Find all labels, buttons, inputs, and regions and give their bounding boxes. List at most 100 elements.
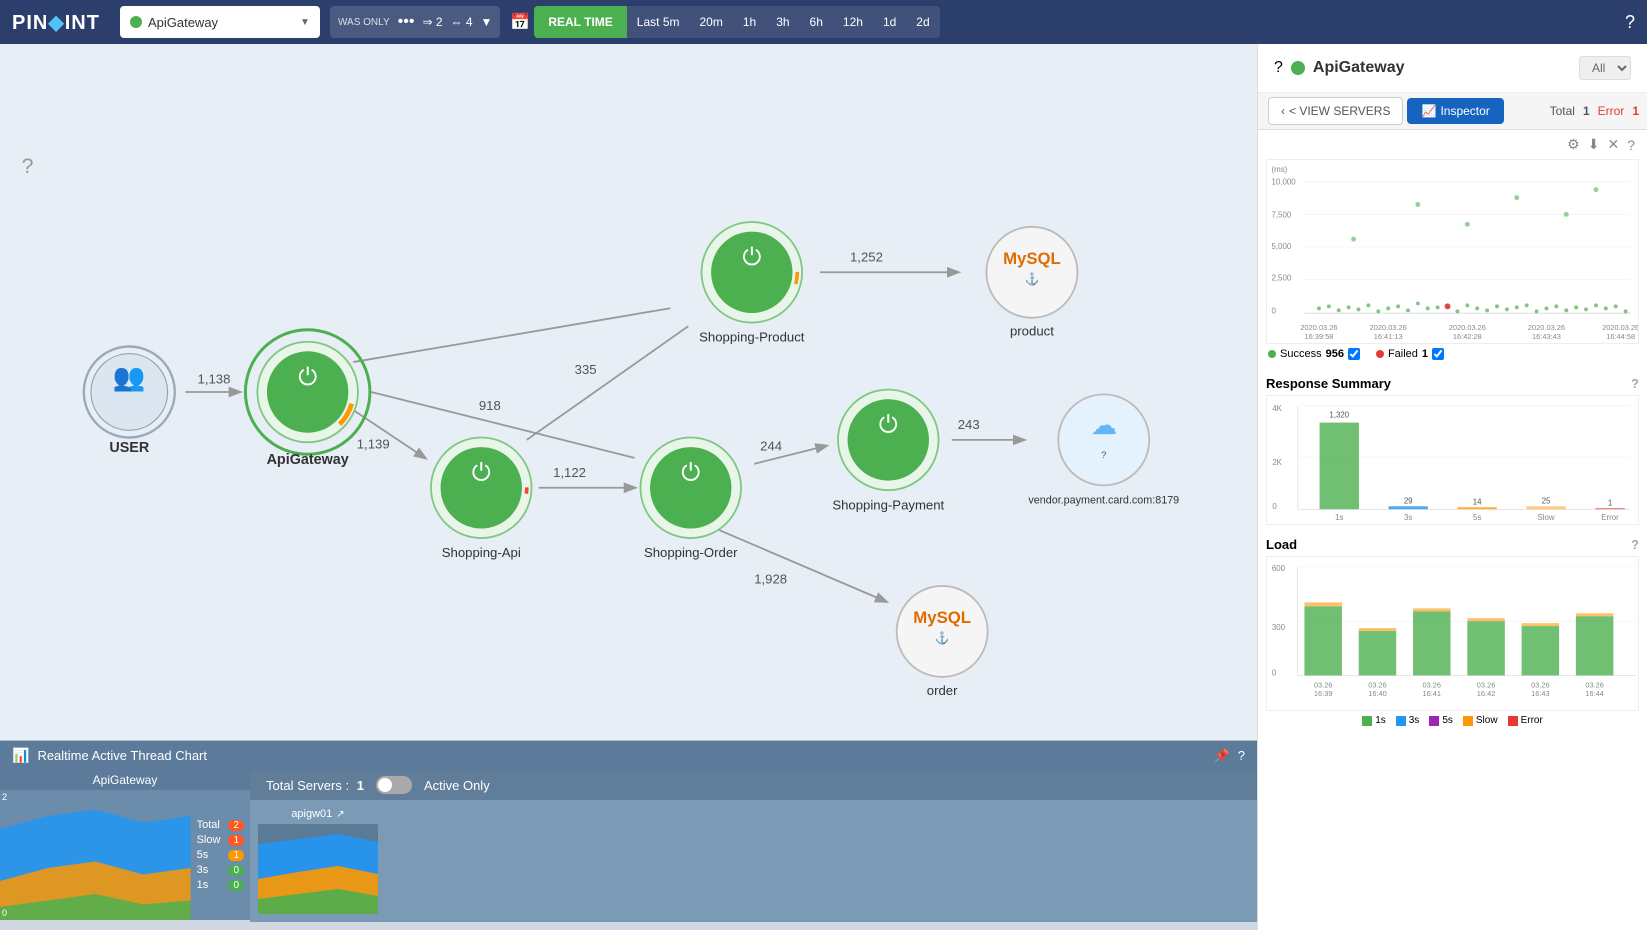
- svg-text:2K: 2K: [1272, 458, 1282, 467]
- svg-text:Error: Error: [1601, 513, 1619, 522]
- legend-error-label: Error: [1521, 715, 1543, 726]
- s1-row: 1s 0: [197, 879, 244, 891]
- slow-label: Slow: [197, 834, 221, 846]
- failed-checkbox[interactable]: [1432, 348, 1444, 360]
- success-legend: Success 956: [1268, 348, 1360, 360]
- load-help-icon[interactable]: ?: [1631, 537, 1639, 552]
- success-label: Success: [1280, 348, 1322, 360]
- s3-label: 3s: [197, 864, 209, 876]
- svg-text:2020.03.26: 2020.03.26: [1449, 323, 1486, 332]
- server-stacked-chart: [258, 824, 378, 914]
- legend-3s: 3s: [1396, 715, 1420, 726]
- svg-text:03.26: 03.26: [1585, 680, 1604, 689]
- svg-text:16:42: 16:42: [1477, 689, 1496, 698]
- view-servers-label: < VIEW SERVERS: [1289, 104, 1390, 118]
- svg-text:?: ?: [22, 154, 34, 178]
- svg-text:Shopping-Order: Shopping-Order: [644, 545, 738, 560]
- svg-text:⏻: ⏻: [879, 412, 898, 439]
- app-selector[interactable]: ApiGateway ▼: [120, 6, 320, 38]
- toggle-switch[interactable]: [376, 776, 412, 794]
- success-dot: [1268, 350, 1276, 358]
- time-btn-5m[interactable]: Last 5m: [627, 6, 690, 38]
- inspector-tab-label: Inspector: [1440, 104, 1489, 118]
- load-header: Load ?: [1266, 533, 1639, 556]
- response-summary-title: Response Summary: [1266, 376, 1391, 391]
- scatter-section: (ms) 10,000 7,500 5,000 2,500 0: [1266, 159, 1639, 364]
- svg-text:16:44: 16:44: [1585, 689, 1604, 698]
- svg-text:16:40: 16:40: [1368, 689, 1387, 698]
- svg-text:0: 0: [1272, 502, 1277, 511]
- view-servers-tab[interactable]: ‹ < VIEW SERVERS: [1268, 97, 1403, 125]
- realtime-button[interactable]: REAL TIME: [534, 6, 626, 38]
- svg-text:16:43:43: 16:43:43: [1532, 332, 1561, 341]
- external-link-icon[interactable]: ↗: [336, 809, 344, 820]
- load-title: Load: [1266, 537, 1297, 552]
- svg-text:⏻: ⏻: [472, 460, 491, 487]
- pin-icon[interactable]: 📌: [1214, 748, 1230, 764]
- server-name-row: apigw01 ↗: [291, 808, 344, 820]
- server-mini-chart: [258, 824, 378, 914]
- main-container: 1,138 1,139 918 335 1,122: [0, 44, 1647, 930]
- help-icon[interactable]: ?: [1627, 137, 1635, 153]
- svg-text:29: 29: [1404, 496, 1413, 505]
- time-btn-1h[interactable]: 1h: [733, 6, 766, 38]
- svg-text:2020.03.26: 2020.03.26: [1528, 323, 1565, 332]
- svg-text:2020.03.26: 2020.03.26: [1370, 323, 1407, 332]
- svg-text:1,928: 1,928: [754, 572, 787, 587]
- time-btn-20m[interactable]: 20m: [689, 6, 732, 38]
- legend-1s: 1s: [1362, 715, 1386, 726]
- chevron-down-icon[interactable]: ▼: [481, 15, 493, 29]
- svg-text:product: product: [1010, 324, 1054, 339]
- slow-row: Slow 1: [197, 834, 244, 846]
- svg-text:order: order: [927, 683, 958, 698]
- calendar-icon[interactable]: 📅: [510, 12, 530, 32]
- inspector-tab[interactable]: 📈 Inspector: [1407, 98, 1503, 124]
- header: PIN◆INT ApiGateway ▼ WAS ONLY ••• ⇒ 2 ⇔ …: [0, 0, 1647, 44]
- time-btn-2d[interactable]: 2d: [906, 6, 939, 38]
- svg-text:1,320: 1,320: [1329, 411, 1349, 420]
- settings-icon[interactable]: ⚙: [1567, 136, 1580, 153]
- download-icon[interactable]: ⬇: [1588, 136, 1600, 153]
- legend-3s-label: 3s: [1409, 715, 1420, 726]
- success-checkbox[interactable]: [1348, 348, 1360, 360]
- svg-text:16:42:28: 16:42:28: [1453, 332, 1482, 341]
- load-svg: 600 300 0: [1267, 557, 1638, 710]
- svg-text:Shopping-Product: Shopping-Product: [699, 330, 805, 345]
- thread-chart-panel: 📊 Realtime Active Thread Chart 📌 ? ApiGa…: [0, 740, 1257, 930]
- filter-dropdown: All: [1579, 56, 1631, 80]
- time-btn-3h[interactable]: 3h: [766, 6, 799, 38]
- svg-text:16:39: 16:39: [1314, 689, 1333, 698]
- toggle-knob: [378, 778, 392, 792]
- svg-text:1,122: 1,122: [553, 465, 586, 480]
- response-help-icon[interactable]: ?: [1631, 376, 1639, 391]
- failed-label: Failed: [1388, 348, 1418, 360]
- server-name: apigw01: [291, 808, 332, 820]
- app-status-dot: [130, 16, 142, 28]
- help-icon[interactable]: ?: [1238, 748, 1245, 763]
- time-btn-6h[interactable]: 6h: [800, 6, 833, 38]
- svg-text:16:39:58: 16:39:58: [1305, 332, 1334, 341]
- thread-chart-right: Total Servers : 1 Active Only apigw01: [250, 770, 1257, 920]
- server-area: apigw01 ↗: [250, 800, 1257, 922]
- error-value: 1: [1632, 104, 1639, 118]
- total-servers-label: Total Servers : 1: [266, 778, 364, 793]
- inspector-app-name: ApiGateway: [1313, 59, 1405, 77]
- svg-text:03.26: 03.26: [1477, 680, 1496, 689]
- svg-text:1s: 1s: [1335, 513, 1343, 522]
- expand-icon[interactable]: ✕: [1607, 136, 1619, 153]
- svg-text:(ms): (ms): [1271, 165, 1287, 174]
- topology-svg: 1,138 1,139 918 335 1,122: [0, 44, 1257, 740]
- app-name: ApiGateway: [148, 15, 294, 30]
- time-btn-1d[interactable]: 1d: [873, 6, 906, 38]
- svg-text:MySQL: MySQL: [1003, 249, 1061, 268]
- filter-select[interactable]: All: [1579, 56, 1631, 80]
- s3-row: 3s 0: [197, 864, 244, 876]
- svg-text:16:41: 16:41: [1423, 689, 1442, 698]
- svg-text:vendor.payment.card.com:8179: vendor.payment.card.com:8179: [1028, 494, 1179, 506]
- total-value: 1: [1583, 104, 1590, 118]
- help-icon[interactable]: ?: [1625, 12, 1635, 33]
- left-arrow-icon: ‹: [1281, 104, 1285, 118]
- help-circle-icon[interactable]: ?: [1274, 59, 1283, 77]
- legend-error-color: [1508, 716, 1518, 726]
- time-btn-12h[interactable]: 12h: [833, 6, 873, 38]
